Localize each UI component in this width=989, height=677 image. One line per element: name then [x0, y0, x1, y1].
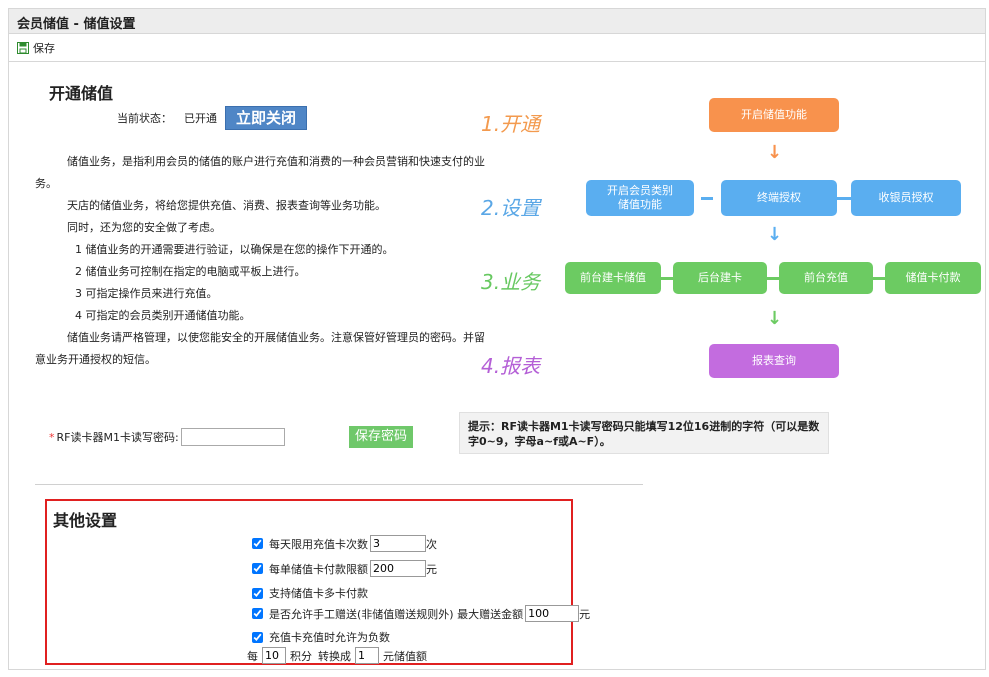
status-label: 当前状态： [117, 112, 172, 125]
connector [661, 277, 673, 280]
main-content: 开通储值 当前状态： 已开通 立即关闭 储值业务，是指利用会员的储值的账户进行充… [8, 62, 986, 670]
save-button[interactable]: 保存 [17, 40, 55, 56]
pay-limit-row: 每单储值卡付款限额 元 [252, 560, 437, 577]
step-report-label: 4.报表 [481, 354, 541, 378]
arrow-down-icon: ↓ [767, 224, 783, 245]
negative-label: 充值卡充值时允许为负数 [269, 631, 390, 644]
manual-gift-checkbox[interactable] [252, 608, 263, 619]
points-row: 每 积分 转换成 元储值额 [247, 647, 427, 664]
connector [837, 197, 851, 200]
daily-limit-input[interactable] [370, 535, 426, 552]
desc-line: 同时，还为您的安全做了考虑。 [67, 221, 221, 234]
desc-line: 天店的储值业务，将给您提供充值、消费、报表查询等业务功能。 [67, 199, 386, 212]
arrow-down-icon: ↓ [767, 308, 783, 329]
convert-label: 转换成 [318, 649, 351, 663]
step-setup-label: 2.设置 [481, 196, 541, 220]
pay-limit-checkbox[interactable] [252, 563, 263, 574]
manual-gift-row: 是否允许手工赠送(非储值赠送规则外) 最大赠送金额 元 [252, 605, 590, 622]
rf-password-input[interactable] [180, 428, 285, 446]
open-section-title: 开通储值 [49, 84, 114, 103]
desc-line: 2 储值业务可控制在指定的电脑或平板上进行。 [75, 265, 306, 278]
multi-card-row: 支持储值卡多卡付款 [252, 585, 368, 601]
daily-limit-row: 每天限用充值卡次数 次 [252, 535, 437, 552]
points-prefix: 每 [247, 649, 258, 663]
manual-gift-label: 是否允许手工赠送(非储值赠送规则外) 最大赠送金额 [269, 607, 524, 621]
save-label: 保存 [33, 42, 55, 55]
desc-line: 储值业务请严格管理，以使您能安全的开展储值业务。注意保管好管理员的密码。并留 [67, 331, 485, 344]
floppy-disk-icon [17, 42, 29, 54]
member-type-storage-node: 开启会员类别 储值功能 [586, 180, 694, 216]
desc-line: 1 储值业务的开通需要进行验证，以确保是在您的操作下开通的。 [75, 243, 394, 256]
desc-line: 4 可指定的会员类别开通储值功能。 [75, 309, 251, 322]
amount-label: 元储值额 [383, 649, 427, 663]
front-card-storage-node: 前台建卡储值 [565, 262, 661, 294]
pay-limit-input[interactable] [370, 560, 426, 577]
toolbar: 保存 [8, 34, 986, 62]
connector [701, 197, 713, 200]
save-password-button[interactable]: 保存密码 [349, 426, 414, 448]
points-label: 积分 [290, 649, 312, 663]
status-line: 当前状态： 已开通 立即关闭 [117, 106, 308, 130]
page-header: 会员储值 - 储值设置 [8, 8, 986, 34]
daily-limit-label: 每天限用充值卡次数 [269, 537, 368, 551]
step-open-label: 1.开通 [481, 112, 541, 136]
multi-card-checkbox[interactable] [252, 587, 263, 599]
manual-gift-unit: 元 [579, 607, 591, 621]
tip-box: 提示：RF读卡器M1卡读写密码只能填写12位16进制的字符（可以是数字0~9，字… [459, 412, 829, 454]
pay-limit-unit: 元 [426, 562, 437, 576]
cashier-auth-node: 收银员授权 [851, 180, 961, 216]
amount-input[interactable] [355, 647, 379, 664]
terminal-auth-node: 终端授权 [721, 180, 837, 216]
manual-gift-input[interactable] [525, 605, 580, 622]
arrow-down-icon: ↓ [767, 142, 783, 163]
rf-password-row: * RF读卡器M1卡读写密码: [49, 428, 285, 446]
points-input[interactable] [262, 647, 286, 664]
other-settings-box: 其他设置 每天限用充值卡次数 次 每单储值卡付款限额 元 支持储值卡多卡付款 是… [45, 499, 590, 665]
card-payment-node: 储值卡付款 [885, 262, 981, 294]
required-mark: * [49, 430, 55, 444]
desc-line: 意业务开通授权的短信。 [35, 353, 156, 366]
page-title: 会员储值 - 储值设置 [17, 17, 136, 32]
step-business-label: 3.业务 [481, 270, 541, 294]
other-settings-title: 其他设置 [53, 511, 118, 530]
multi-card-label: 支持储值卡多卡付款 [269, 587, 368, 600]
pay-limit-label: 每单储值卡付款限额 [269, 562, 368, 576]
connector [873, 277, 885, 280]
open-storage-node: 开启储值功能 [709, 98, 839, 132]
negative-checkbox[interactable] [252, 631, 263, 643]
rf-password-label: RF读卡器M1卡读写密码: [56, 431, 179, 444]
back-card-node: 后台建卡 [673, 262, 767, 294]
daily-limit-checkbox[interactable] [252, 538, 263, 549]
connector [767, 277, 779, 280]
status-value: 已开通 [184, 112, 217, 125]
close-now-button[interactable]: 立即关闭 [225, 106, 308, 130]
report-query-node: 报表查询 [709, 344, 839, 378]
negative-row: 充值卡充值时允许为负数 [252, 629, 390, 645]
desc-line: 储值业务，是指利用会员的储值的账户进行充值和消费的一种会员营销和快速支付的业 [67, 155, 485, 168]
daily-limit-unit: 次 [426, 537, 437, 551]
divider [35, 484, 643, 485]
desc-line: 务。 [35, 177, 57, 190]
front-recharge-node: 前台充值 [779, 262, 873, 294]
desc-line: 3 可指定操作员来进行充值。 [75, 287, 218, 300]
